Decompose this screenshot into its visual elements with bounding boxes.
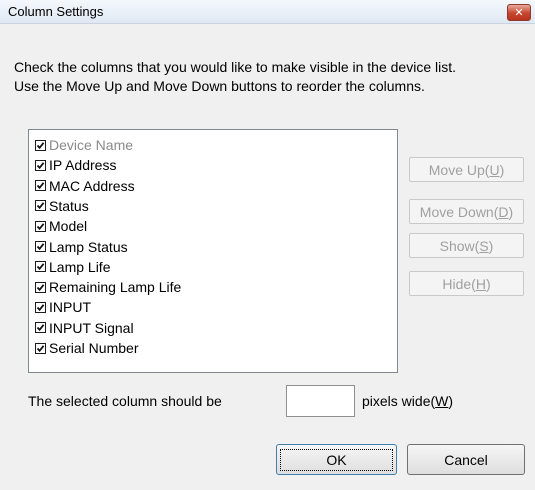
hide-end: ) [485, 275, 491, 292]
instructions-line-1: Check the columns that you would like to… [14, 59, 456, 75]
show-end: ) [488, 237, 494, 254]
column-item[interactable]: INPUT Signal [35, 318, 134, 338]
checkbox-icon[interactable] [35, 301, 46, 313]
move-up-label: Move Up( [428, 161, 490, 178]
column-item-label: Lamp Status [49, 238, 128, 255]
pixels-wide-end: ) [448, 393, 454, 409]
cancel-label: Cancel [444, 451, 488, 468]
pixels-wide-text: pixels wide( [362, 393, 436, 409]
column-item-label: Status [49, 197, 89, 214]
checkbox-icon[interactable] [35, 281, 46, 293]
instructions: Check the columns that you would like to… [14, 58, 529, 96]
move-down-end: ) [508, 203, 514, 220]
move-down-button[interactable]: Move Down(D) [409, 199, 524, 224]
column-item-label: Lamp Life [49, 258, 111, 275]
column-item[interactable]: Serial Number [35, 338, 138, 358]
checkbox-icon[interactable] [35, 159, 46, 171]
move-up-button[interactable]: Move Up(U) [409, 157, 524, 182]
instructions-line-2: Use the Move Up and Move Down buttons to… [14, 78, 425, 94]
checkbox-icon[interactable] [35, 322, 46, 334]
window-title: Column Settings [8, 4, 104, 19]
column-settings-dialog: Column Settings ✕ Check the columns that… [0, 0, 535, 490]
column-item-label: Serial Number [49, 340, 139, 356]
move-down-accel: D [498, 203, 509, 220]
checkbox-icon[interactable] [35, 139, 46, 151]
column-item-label: Model [49, 218, 88, 235]
show-button[interactable]: Show(S) [409, 233, 524, 258]
close-button[interactable]: ✕ [507, 4, 531, 21]
checkbox-icon[interactable] [35, 261, 46, 273]
column-item-label: INPUT [49, 299, 91, 316]
column-item[interactable]: MAC Address [35, 176, 135, 196]
column-item[interactable]: Status [35, 196, 89, 216]
column-item-label: MAC Address [49, 177, 135, 194]
close-icon: ✕ [514, 6, 524, 19]
checkbox-icon[interactable] [35, 241, 46, 252]
move-up-end: ) [499, 161, 505, 178]
checkbox-icon[interactable] [35, 200, 46, 212]
move-down-label: Move Down( [419, 203, 499, 220]
hide-label: Hide( [442, 275, 476, 292]
column-width-label: The selected column should be [28, 393, 222, 409]
column-item[interactable]: IP Address [35, 155, 116, 175]
column-item-label: Remaining Lamp Life [49, 279, 182, 296]
column-list[interactable]: Device Name IP Address MAC Address Status Mo… [28, 129, 398, 373]
column-item-label: IP Address [49, 157, 117, 174]
hide-accel: H [475, 275, 486, 292]
show-label: Show( [439, 237, 480, 254]
checkbox-icon[interactable] [35, 180, 46, 192]
cancel-button[interactable]: Cancel [407, 444, 525, 475]
show-accel: S [479, 237, 489, 254]
hide-button[interactable]: Hide(H) [409, 271, 524, 296]
column-item[interactable]: Lamp Status [35, 237, 128, 257]
pixels-wide-label: pixels wide(W) [362, 393, 453, 409]
column-item[interactable]: Remaining Lamp Life [35, 277, 181, 297]
checkbox-icon[interactable] [35, 342, 46, 354]
title-bar[interactable]: Column Settings ✕ [0, 0, 535, 24]
move-up-accel: U [489, 161, 500, 178]
column-item[interactable]: Device Name [35, 135, 133, 155]
pixels-wide-accel: W [435, 393, 449, 409]
column-item[interactable]: Lamp Life [35, 257, 110, 277]
checkbox-icon[interactable] [35, 220, 46, 232]
column-item-label: INPUT Signal [49, 319, 134, 336]
column-item[interactable]: Model [35, 216, 87, 236]
ok-button[interactable]: OK [276, 444, 397, 475]
column-width-input[interactable] [286, 385, 355, 417]
column-item[interactable]: INPUT [35, 297, 91, 317]
column-item-label: Device Name [49, 137, 134, 153]
ok-label: OK [280, 448, 393, 471]
